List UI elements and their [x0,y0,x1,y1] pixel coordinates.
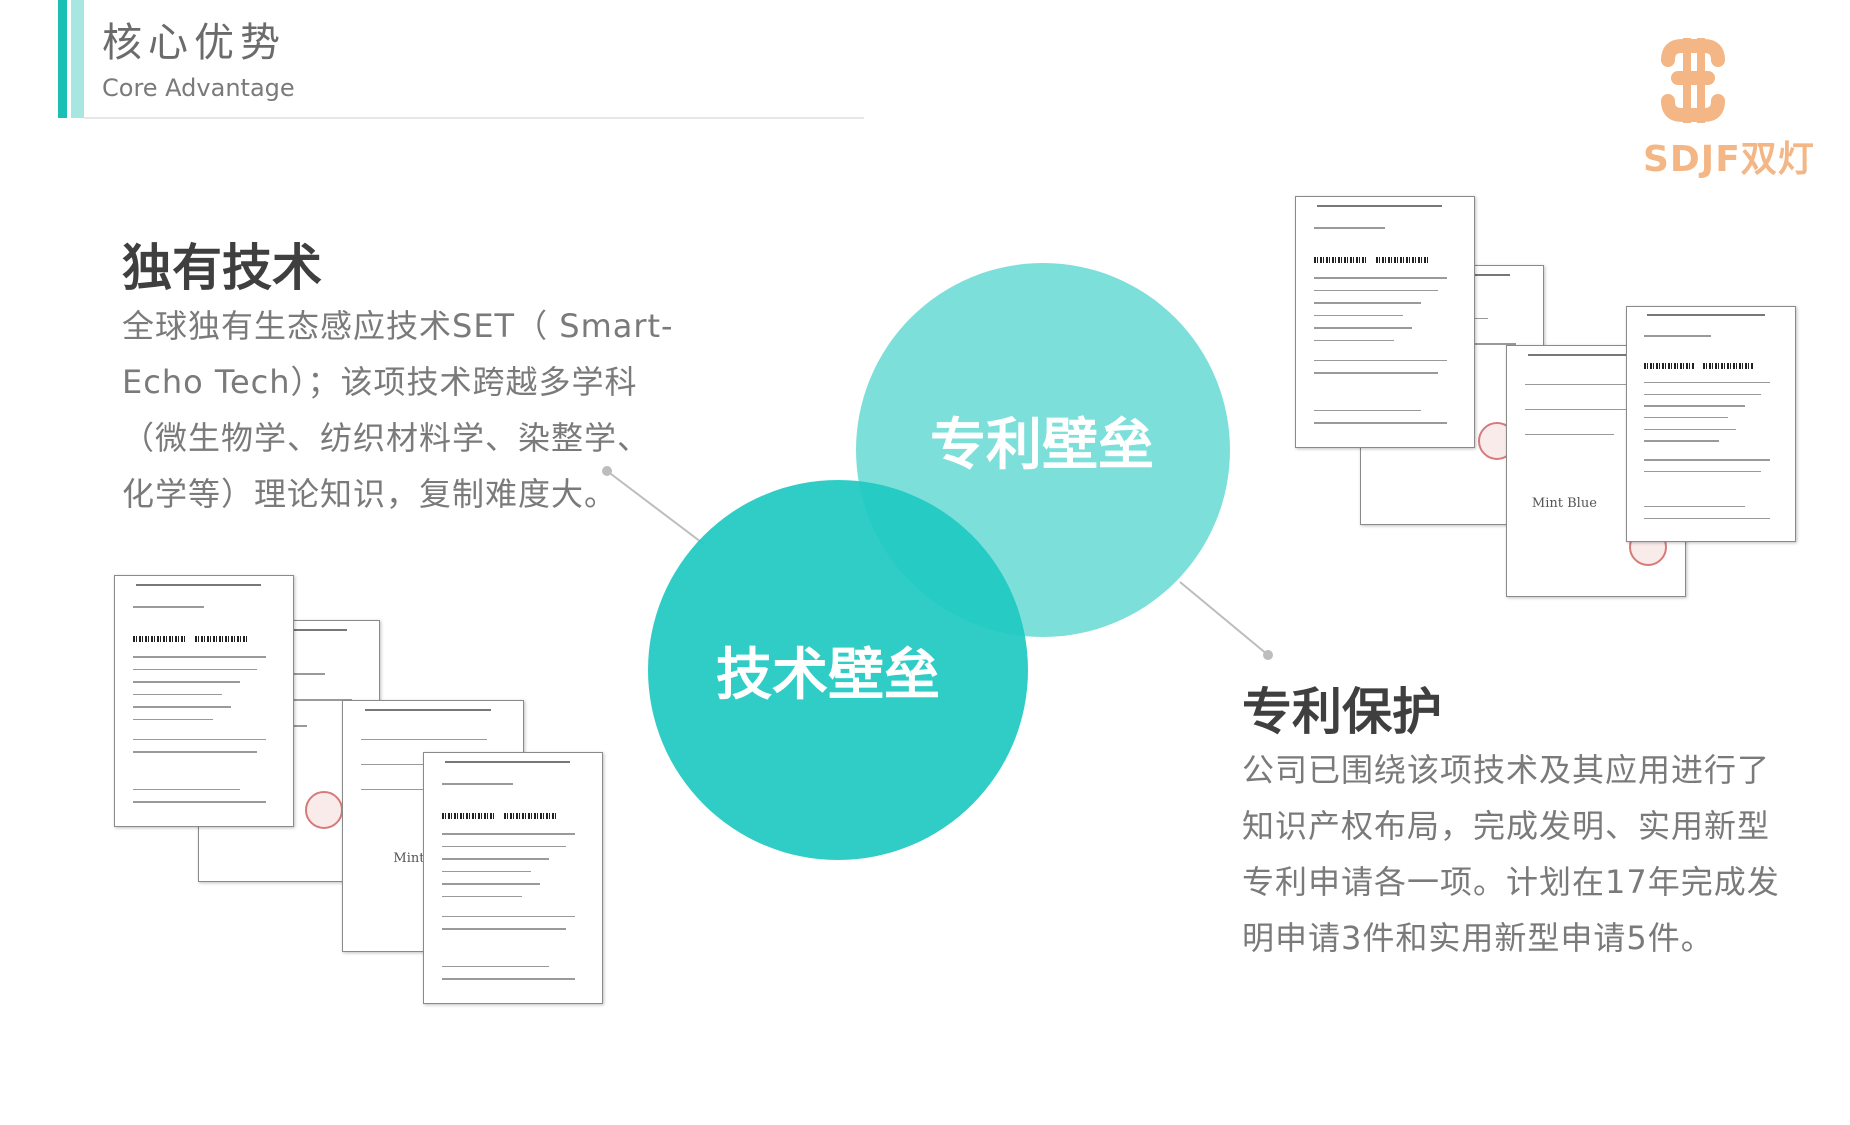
patent-document [1295,196,1475,448]
patent-barrier-label: 专利壁垒 [930,413,1154,478]
connector-line-right [1179,581,1269,656]
connector-dot-right [1263,650,1273,660]
connector-line-left [606,470,706,546]
tech-barrier-label: 技术壁垒 [716,643,940,708]
patent-document [114,575,294,827]
connector-dot-left [602,466,612,476]
patent-document [1626,306,1796,542]
mint-blue-label: Mint Blue [1531,496,1597,511]
patent-document [423,752,603,1004]
